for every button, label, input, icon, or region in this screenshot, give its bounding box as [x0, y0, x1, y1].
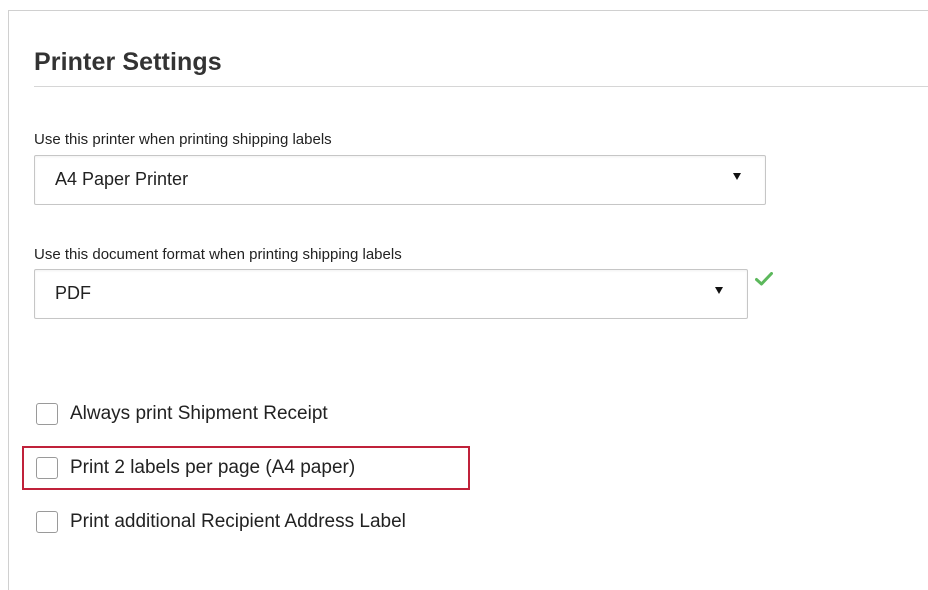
check-icon: [755, 272, 773, 286]
option-label: Print additional Recipient Address Label: [70, 511, 406, 532]
title-divider: [34, 86, 928, 87]
checkbox-print-address-label[interactable]: [36, 511, 58, 533]
dropdown-arrow-icon: [733, 173, 741, 180]
option-always-print-receipt[interactable]: Always print Shipment Receipt: [36, 400, 328, 428]
checkbox-always-print-receipt[interactable]: [36, 403, 58, 425]
printer-select-value: A4 Paper Printer: [55, 169, 189, 189]
printer-select[interactable]: A4 Paper Printer: [34, 155, 766, 205]
printer-select-label: Use this printer when printing shipping …: [34, 131, 332, 148]
checkbox-print-2-labels[interactable]: [36, 457, 58, 479]
option-label: Always print Shipment Receipt: [70, 403, 328, 424]
option-print-2-labels[interactable]: Print 2 labels per page (A4 paper): [36, 454, 355, 482]
format-select-label: Use this document format when printing s…: [34, 246, 402, 263]
format-select-value: PDF: [55, 283, 91, 303]
format-select[interactable]: PDF: [34, 269, 748, 319]
option-label: Print 2 labels per page (A4 paper): [70, 457, 356, 478]
option-print-address-label[interactable]: Print additional Recipient Address Label: [36, 508, 406, 536]
dropdown-arrow-icon: [715, 287, 723, 294]
section-title: Printer Settings: [34, 48, 222, 76]
